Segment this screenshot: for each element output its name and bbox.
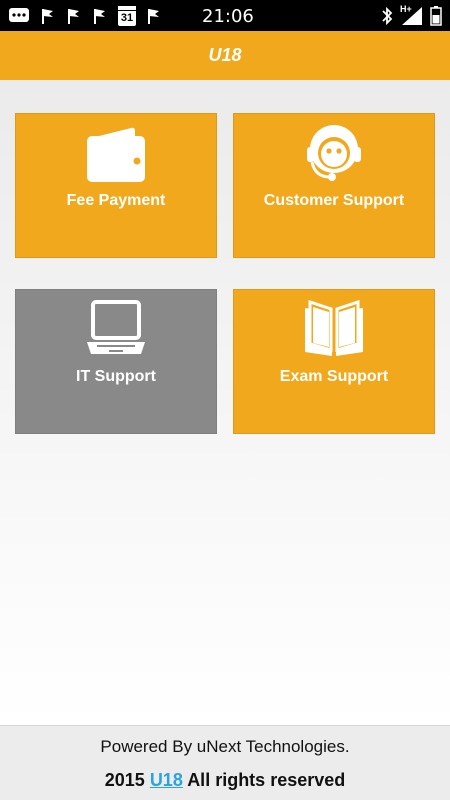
rights-text: All rights reserved (187, 770, 346, 790)
fee-payment-tile[interactable]: Fee Payment (15, 113, 217, 258)
main-grid: Fee Payment Customer Support IT Support … (0, 80, 450, 725)
battery-icon (430, 6, 442, 26)
calendar-day: 31 (120, 12, 134, 24)
signal-icon: H+ (400, 4, 424, 26)
copyright-text: 2015 U18 All rights reserved (0, 770, 450, 791)
status-time: 21:06 (202, 6, 254, 27)
footer: Powered By uNext Technologies. 2015 U18 … (0, 725, 450, 800)
it-support-tile[interactable]: IT Support (15, 289, 217, 434)
network-type: H+ (400, 4, 412, 14)
exam-support-tile[interactable]: Exam Support (233, 289, 435, 434)
messenger-icon (9, 8, 29, 22)
wallet-icon (16, 122, 216, 184)
fee-payment-label: Fee Payment (66, 192, 166, 209)
laptop-icon (16, 298, 216, 360)
flag-icon (94, 9, 105, 24)
page-title: U18 (208, 45, 242, 65)
customer-support-label: Customer Support (263, 192, 405, 209)
bluetooth-icon (382, 6, 393, 26)
flag-icon (42, 9, 53, 24)
brand-link[interactable]: U18 (150, 770, 183, 790)
exam-support-label: Exam Support (279, 368, 389, 385)
customer-support-tile[interactable]: Customer Support (233, 113, 435, 258)
it-support-label: IT Support (76, 368, 156, 385)
calendar-icon: 31 (118, 6, 136, 26)
notification-icons: 31 (8, 5, 162, 27)
status-bar: 31 21:06 H+ (0, 0, 450, 31)
powered-by-text: Powered By uNext Technologies. (100, 737, 350, 756)
open-book-icon (234, 298, 434, 360)
system-icons: H+ (380, 4, 442, 27)
flag-icon (68, 9, 79, 24)
headset-agent-icon (234, 122, 434, 184)
app-header: U18 (0, 31, 450, 80)
copyright-year: 2015 (104, 770, 145, 790)
flag-icon (148, 9, 159, 24)
